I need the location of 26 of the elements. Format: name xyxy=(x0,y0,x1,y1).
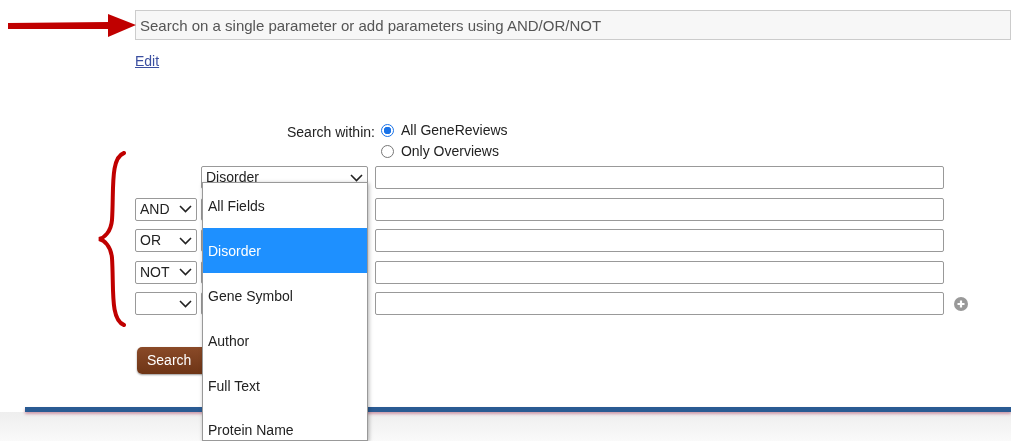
edit-link[interactable]: Edit xyxy=(135,51,160,72)
search-within-label: Search within: xyxy=(287,123,375,142)
search-term-field[interactable] xyxy=(375,292,944,316)
dropdown-option[interactable]: Protein Name xyxy=(203,408,367,438)
caret-icon xyxy=(179,205,192,214)
brace-icon xyxy=(96,150,128,328)
search-term-field[interactable] xyxy=(375,260,944,284)
caret-icon xyxy=(179,268,192,277)
caret-icon xyxy=(179,299,192,308)
operator-select[interactable] xyxy=(135,292,197,316)
radio-label: All GeneReviews xyxy=(400,121,508,140)
radio-label: Only Overviews xyxy=(400,142,499,161)
add-row-icon[interactable] xyxy=(954,296,968,311)
radio-button[interactable] xyxy=(380,124,394,137)
operator-select[interactable]: NOT xyxy=(135,260,197,284)
radio-button[interactable] xyxy=(380,145,394,158)
arrow-icon xyxy=(8,14,138,38)
operator-select[interactable]: OR xyxy=(135,229,197,253)
search-term-field[interactable] xyxy=(375,166,944,190)
search-term-field[interactable] xyxy=(375,197,944,221)
search-term-field[interactable] xyxy=(375,229,944,253)
caret-icon xyxy=(350,173,363,182)
dropdown-option[interactable]: Gene Symbol xyxy=(203,273,367,318)
caret-icon xyxy=(179,236,192,245)
search-query-field[interactable]: Search on a single parameter or add parameters using AND/OR/NOT xyxy=(135,10,1011,40)
operator-select[interactable]: AND xyxy=(135,197,197,221)
